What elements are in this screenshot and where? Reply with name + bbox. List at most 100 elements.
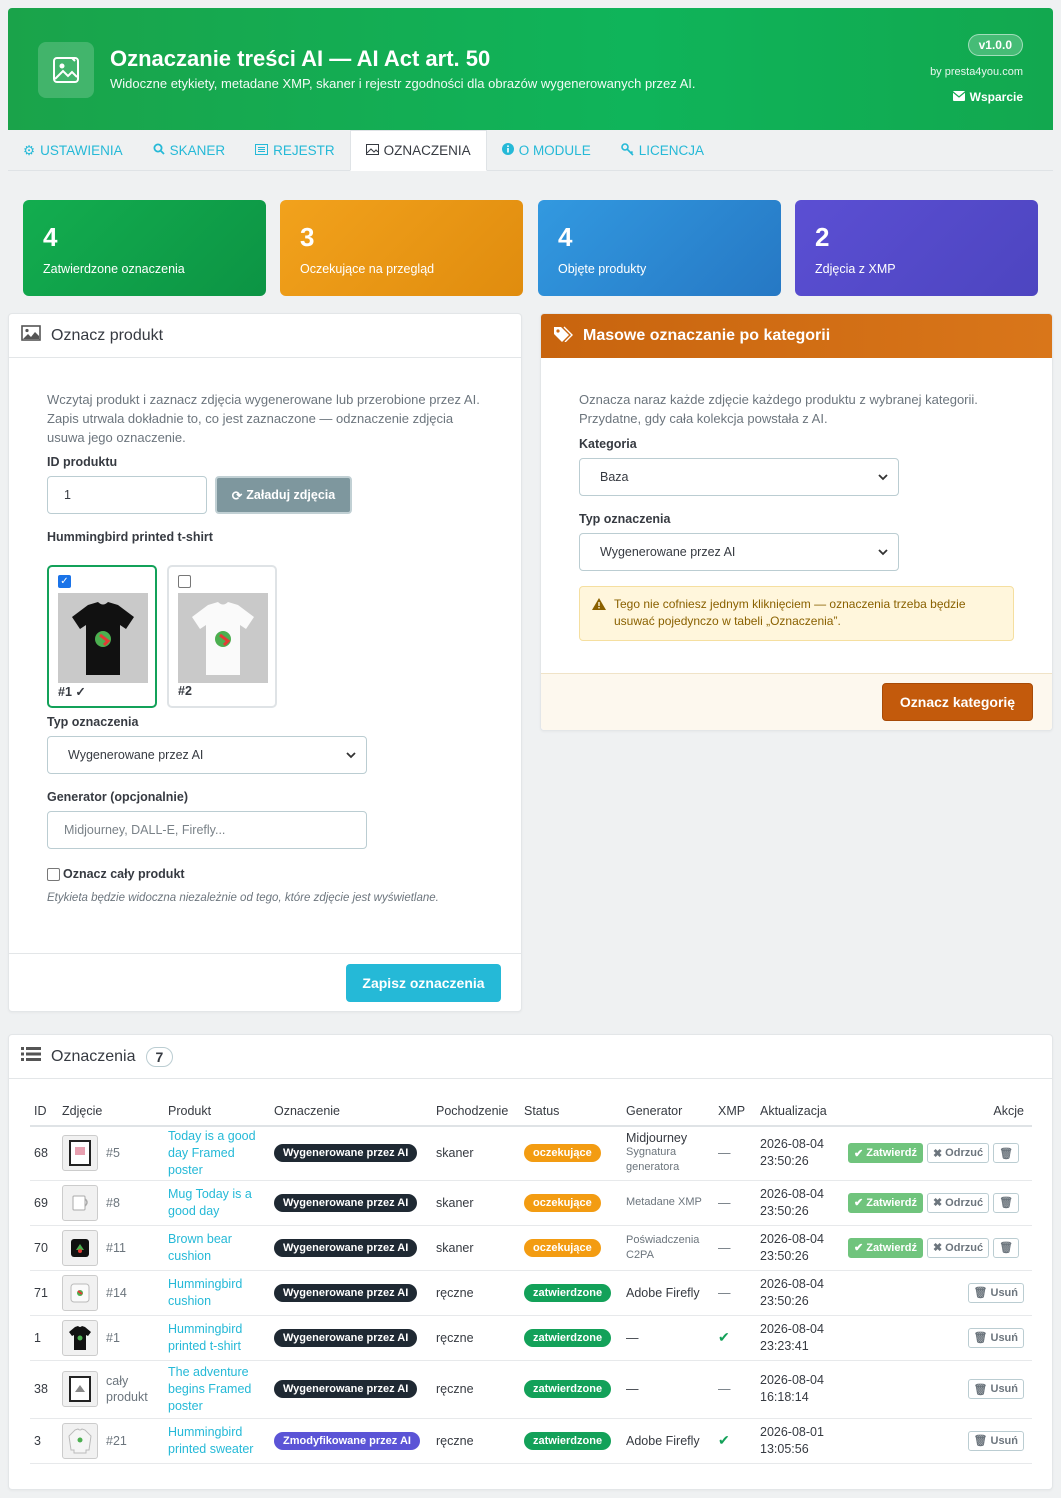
status-badge: oczekujące [524, 1193, 601, 1212]
stat-pending: 3 Oczekujące na przegląd [280, 200, 523, 296]
approve-button[interactable]: ✔ Zatwierdź [848, 1192, 923, 1213]
label-badge: Wygenerowane przez AI [274, 1238, 418, 1257]
product-link[interactable]: Mug Today is a good day [164, 1180, 270, 1226]
stat-xmp: 2 Zdjęcia z XMP [795, 200, 1038, 296]
search-icon [153, 143, 165, 158]
labels-table: ID Zdjęcie Produkt Oznaczenie Pochodzeni… [30, 1096, 1032, 1464]
image-checkbox[interactable]: ✓ [58, 575, 71, 588]
whole-product-toggle[interactable]: Oznacz cały produkt [47, 867, 185, 881]
page-title: Oznaczanie treści AI — AI Act art. 50 [110, 46, 491, 71]
product-link[interactable]: The adventure begins Framed poster [164, 1360, 270, 1419]
tab-settings[interactable]: ⚙ USTAWIENIA [8, 130, 138, 171]
status-badge: zatwierdzone [524, 1431, 612, 1450]
picture-icon [365, 143, 379, 158]
col-actions: Akcje [844, 1096, 1032, 1127]
product-image [58, 593, 148, 683]
product-thumbnail [62, 1422, 98, 1459]
delete-button[interactable]: 🗑 [993, 1143, 1020, 1164]
table-row: 71 #14 Hummingbird cushion Wygenerowane … [30, 1270, 1032, 1316]
delete-button[interactable]: 🗑 [993, 1192, 1020, 1213]
whole-product-checkbox[interactable] [47, 867, 60, 881]
delete-button[interactable]: 🗑 [993, 1237, 1020, 1258]
trash-icon: 🗑 [999, 1197, 1014, 1209]
reject-button[interactable]: ✖ Odrzuć [926, 1237, 990, 1258]
image-card[interactable]: #2 [167, 565, 277, 708]
tab-scanner[interactable]: SKANER [138, 130, 241, 171]
mark-type-select[interactable]: Wygenerowane przez AI [47, 736, 367, 774]
support-label: Wsparcie [969, 90, 1023, 104]
product-id-label: ID produktu [47, 455, 118, 469]
mark-type-label: Typ oznaczenia [47, 715, 139, 729]
info-icon [501, 143, 514, 158]
mark-category-button[interactable]: Oznacz kategorię [882, 683, 1033, 721]
approve-button[interactable]: ✔ Zatwierdź [848, 1237, 923, 1258]
product-id-input[interactable]: 1 [47, 476, 207, 514]
table-row: 68 #5 Today is a good day Framed poster … [30, 1126, 1032, 1181]
status-badge: oczekujące [524, 1144, 601, 1163]
trash-icon: 🗑 [999, 1242, 1014, 1254]
category-select[interactable]: Baza [579, 458, 899, 496]
status-badge: zatwierdzone [524, 1283, 612, 1302]
stat-approved: 4 Zatwierdzone oznaczenia [23, 200, 266, 296]
gears-icon: ⚙ [23, 142, 36, 158]
product-link[interactable]: Hummingbird printed sweater [164, 1418, 270, 1464]
label-badge: Zmodyfikowane przez AI [274, 1431, 420, 1450]
generator-input[interactable]: Midjourney, DALL-E, Firefly... [47, 811, 367, 849]
warning-icon [592, 598, 606, 615]
tab-about[interactable]: O MODULE [487, 130, 606, 171]
chevron-down-icon [878, 545, 888, 559]
panel-intro: Wczytaj produkt i zaznacz zdjęcia wygene… [47, 392, 480, 445]
close-icon: ✖ [932, 1242, 943, 1254]
product-thumbnail [62, 1371, 98, 1407]
count-badge: 7 [145, 1046, 174, 1067]
delete-button[interactable]: 🗑 Usuń [967, 1327, 1024, 1348]
xmp-check-icon: ✔ [714, 1315, 756, 1361]
reject-button[interactable]: ✖ Odrzuć [926, 1143, 990, 1164]
delete-button[interactable]: 🗑 Usuń [967, 1282, 1024, 1303]
bulk-type-select[interactable]: Wygenerowane przez AI [579, 533, 899, 571]
product-link[interactable]: Today is a good day Framed poster [164, 1126, 270, 1181]
delete-button[interactable]: 🗑 Usuń [967, 1379, 1024, 1399]
module-tabs: ⚙ USTAWIENIA SKANER REJESTR OZNACZENIA O … [8, 130, 1053, 171]
table-row: 1 #1 Hummingbird printed t-shirt Wygener… [30, 1315, 1032, 1361]
approve-button[interactable]: ✔ Zatwierdź [848, 1143, 923, 1164]
delete-button[interactable]: 🗑 Usuń [967, 1430, 1024, 1451]
picture-icon [21, 325, 41, 346]
tab-labels[interactable]: OZNACZENIA [349, 130, 487, 171]
check-icon: ✔ [854, 1197, 864, 1209]
whole-product-hint: Etykieta będzie widoczna niezależnie od … [47, 892, 439, 904]
image-label: #2 [178, 684, 192, 698]
save-labels-button[interactable]: Zapisz oznaczenia [346, 964, 501, 1002]
module-header: Oznaczanie treści AI — AI Act art. 50 Wi… [8, 8, 1053, 130]
version-badge: v1.0.0 [967, 34, 1023, 56]
status-badge: zatwierdzone [524, 1328, 612, 1347]
col-xmp: XMP [714, 1096, 756, 1127]
label-badge: Wygenerowane przez AI [274, 1328, 418, 1347]
table-row: 3 #21 Hummingbird printed sweater Zmodyf… [30, 1418, 1032, 1464]
col-origin: Pochodzenie [432, 1096, 520, 1127]
col-id: ID [30, 1096, 58, 1127]
product-link[interactable]: Hummingbird printed t-shirt [164, 1315, 270, 1361]
page-subtitle: Widoczne etykiety, metadane XMP, skaner … [110, 76, 696, 91]
reject-button[interactable]: ✖ Odrzuć [926, 1192, 990, 1213]
envelope-icon [952, 90, 966, 104]
list-icon [21, 1047, 41, 1066]
product-link[interactable]: Brown bear cushion [164, 1225, 270, 1271]
image-checkbox[interactable] [178, 575, 191, 588]
image-card[interactable]: ✓ #1 ✓ [47, 565, 157, 708]
product-thumbnail [62, 1135, 98, 1172]
table-header-row: ID Zdjęcie Produkt Oznaczenie Pochodzeni… [30, 1096, 1032, 1127]
load-images-button[interactable]: ⟳ Załaduj zdjęcia [215, 476, 352, 514]
status-badge: zatwierdzone [524, 1380, 612, 1398]
trash-icon: 🗑 [973, 1435, 988, 1447]
tab-license[interactable]: LICENCJA [606, 130, 719, 171]
col-image: Zdjęcie [58, 1096, 164, 1127]
list-icon [255, 143, 269, 158]
mark-product-panel: Oznacz produkt Wczytaj produkt i zaznacz… [8, 313, 522, 1012]
support-link[interactable]: Wsparcie [952, 90, 1023, 104]
product-link[interactable]: Hummingbird cushion [164, 1270, 270, 1316]
panel-footer [9, 953, 521, 954]
tab-registry[interactable]: REJESTR [240, 130, 350, 171]
tags-icon [553, 326, 573, 347]
trash-icon: 🗑 [973, 1332, 988, 1344]
